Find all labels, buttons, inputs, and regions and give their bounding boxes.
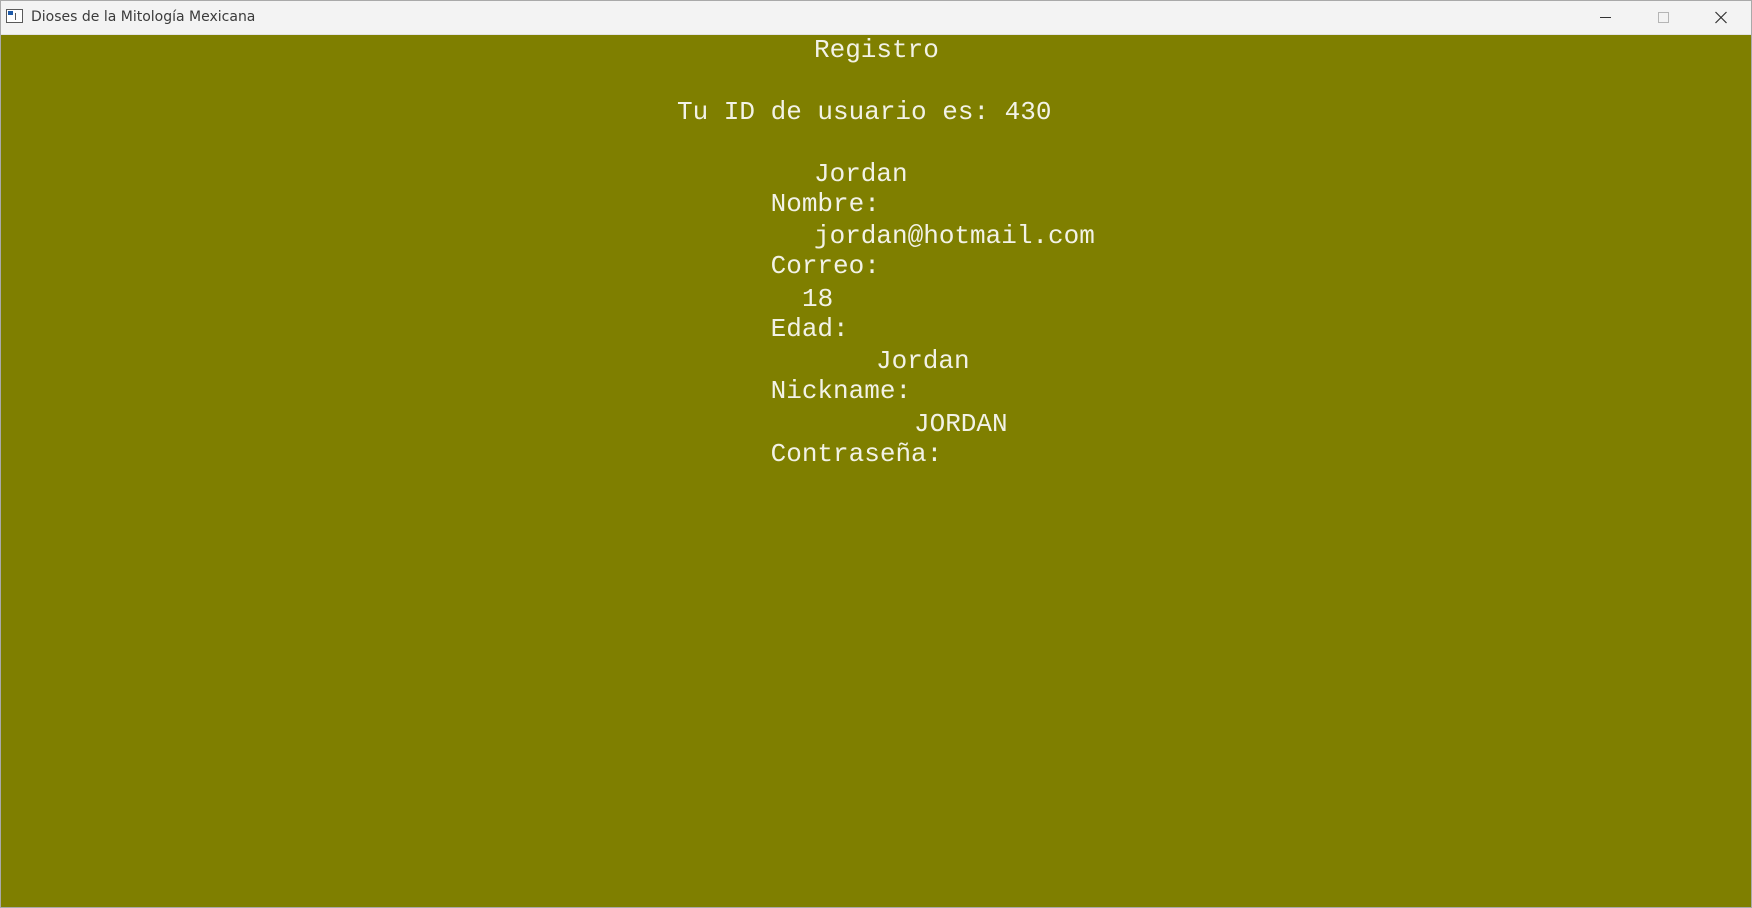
correo-label: Correo: (770, 251, 880, 281)
title-bar[interactable]: Dioses de la Mitología Mexicana (1, 1, 1751, 35)
page-title: Registro (814, 35, 939, 65)
window-title: Dioses de la Mitología Mexicana (31, 9, 256, 25)
minimize-icon (1600, 17, 1611, 18)
console-area: Registro Tu ID de usuario es: 430 Nombre… (1, 35, 1751, 907)
close-button[interactable] (1692, 1, 1750, 34)
user-id-line: Tu ID de usuario es: 430 (677, 97, 1052, 127)
contrasena-label: Contraseña: (770, 439, 943, 469)
edad-value: 18 (802, 284, 834, 314)
close-icon (1715, 11, 1727, 24)
maximize-button[interactable] (1634, 1, 1692, 34)
contrasena-row: Contraseña: JORDAN (677, 409, 1008, 529)
correo-value: jordan@hotmail.com (814, 221, 1095, 251)
nombre-label: Nombre: (770, 189, 880, 219)
minimize-button[interactable] (1576, 1, 1634, 34)
contrasena-value: JORDAN (914, 409, 1008, 439)
nickname-value: Jordan (876, 346, 970, 376)
app-window-icon (6, 9, 23, 23)
maximize-icon (1658, 12, 1669, 23)
app-window: Dioses de la Mitología Mexicana Registro… (0, 0, 1752, 908)
edad-label: Edad: (770, 314, 849, 344)
nickname-label: Nickname: (770, 376, 912, 406)
nombre-value: Jordan (814, 159, 908, 189)
